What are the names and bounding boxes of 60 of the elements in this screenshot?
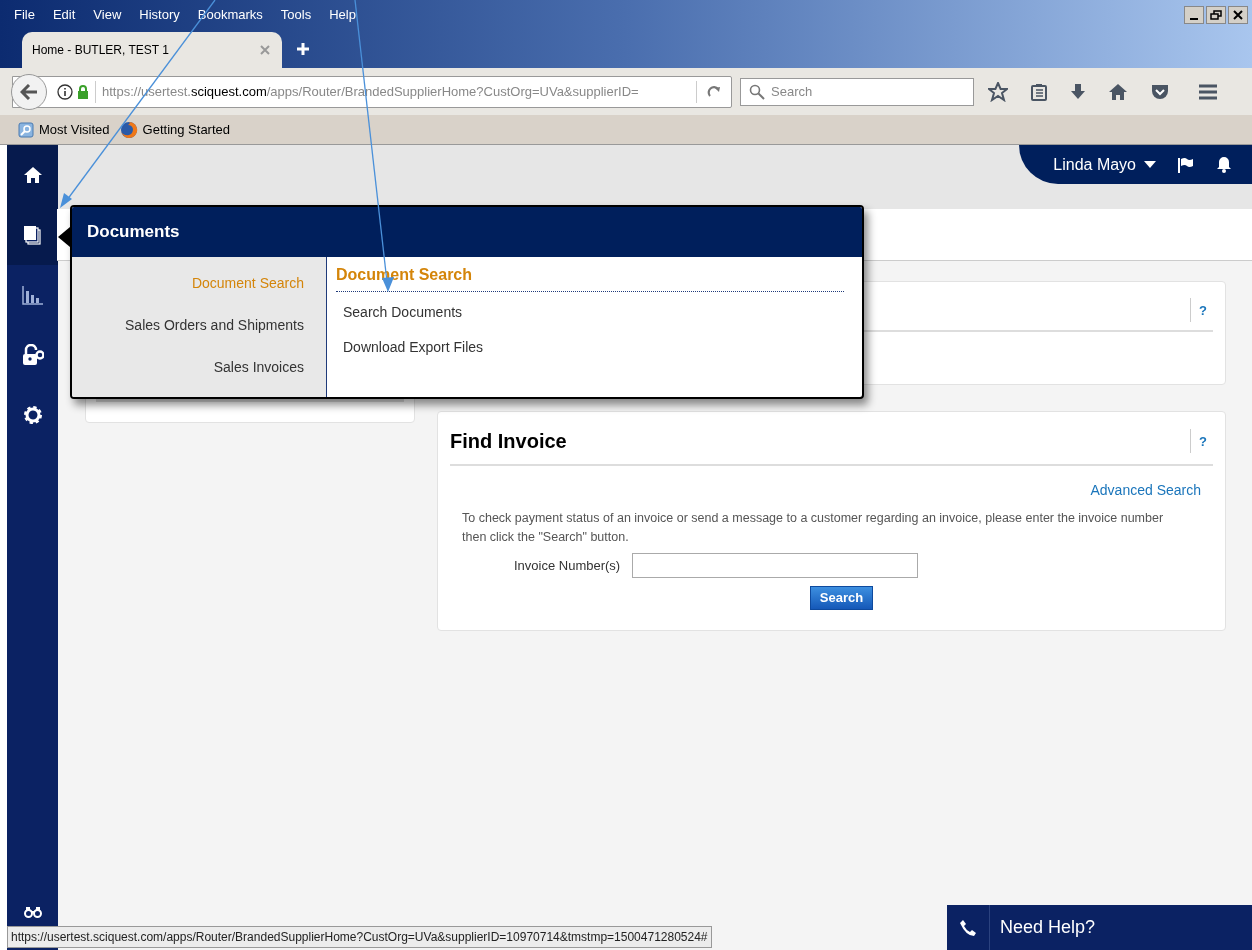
bookmark-link[interactable]: Getting Started	[119, 119, 231, 140]
menu-title: Documents	[87, 221, 180, 244]
menu-item[interactable]: Tools	[280, 5, 312, 25]
browser-logo-icon	[119, 120, 138, 139]
bookmark-folder-icon	[18, 121, 34, 138]
sidebar-item[interactable]	[7, 205, 58, 265]
menu-item[interactable]: File	[14, 5, 35, 25]
bell-icon[interactable]	[1216, 156, 1232, 173]
pocket-icon[interactable]	[1150, 82, 1170, 101]
menu-section[interactable]: Sales Invoices	[213, 357, 304, 378]
bookmark-link[interactable]: Most Visited	[18, 119, 110, 140]
field-label: Invoice Number(s)	[514, 556, 621, 575]
bar-chart-icon	[21, 285, 44, 305]
minimize-button[interactable]	[1184, 6, 1204, 24]
menu-item[interactable]: Help	[329, 5, 356, 25]
menu-link[interactable]: Search Documents	[343, 302, 844, 323]
binoculars-icon[interactable]	[23, 906, 42, 918]
home-icon	[22, 166, 43, 184]
browser-tab[interactable]: Home - BUTLER, TEST 1	[22, 32, 282, 68]
menu-item[interactable]: Bookmarks	[197, 5, 263, 25]
back-button[interactable]	[11, 73, 47, 110]
menu-link[interactable]: Download Export Files	[343, 337, 844, 358]
menu-section[interactable]: Sales Orders and Shipments	[125, 315, 304, 336]
close-icon	[1233, 10, 1243, 20]
download-icon[interactable]	[1070, 82, 1086, 101]
card-title: Find Invoice	[450, 429, 567, 454]
section-heading: Document Search	[336, 266, 473, 283]
close-button[interactable]	[1228, 6, 1248, 24]
instructions-text: To check payment status of an invoice or send a message to a customer regarding an invoice, please enter the invoice number then click the "Search" button.	[462, 510, 1165, 546]
back-arrow-icon	[20, 83, 38, 100]
restore-icon	[1210, 10, 1222, 20]
settings-icon	[21, 404, 44, 426]
star-icon[interactable]	[988, 81, 1008, 102]
user-menu[interactable]: Linda Mayo	[1053, 152, 1156, 177]
home-icon[interactable]	[1108, 82, 1128, 101]
invoice-number-field[interactable]	[632, 553, 919, 578]
info-icon[interactable]	[57, 83, 73, 100]
menu-icon[interactable]	[1198, 83, 1218, 100]
reload-icon[interactable]	[707, 84, 721, 99]
search-field[interactable]: Search	[740, 77, 974, 106]
documents-icon	[22, 225, 43, 245]
status-url: https://usertest.sciquest.com/apps/Router/BrandedSupplierHome?CustOrg=UVa&supplierID=10970714&tmstmp=1500471280524#	[7, 926, 712, 948]
search-button[interactable]: Search	[809, 586, 874, 610]
phone-icon	[959, 918, 977, 937]
caret-icon	[1144, 161, 1156, 168]
lock-gear-icon	[21, 344, 44, 366]
help-link[interactable]: ?	[1199, 434, 1207, 449]
new-tab-icon[interactable]	[296, 42, 310, 56]
flag-icon[interactable]	[1178, 156, 1194, 173]
menu-item[interactable]: Edit	[52, 5, 76, 25]
restore-button[interactable]	[1206, 6, 1226, 24]
menu-item[interactable]: View	[93, 5, 122, 25]
search-icon	[749, 83, 765, 100]
reading-list-icon[interactable]	[1030, 82, 1048, 101]
sidebar-item[interactable]	[7, 145, 58, 205]
need-help-bar[interactable]: Need Help?	[947, 905, 1252, 950]
help-link[interactable]: ?	[1199, 303, 1207, 318]
menu-item[interactable]: History	[139, 5, 180, 25]
advanced-search-link[interactable]: Advanced Search	[1090, 480, 1201, 501]
lock-icon	[77, 84, 89, 99]
